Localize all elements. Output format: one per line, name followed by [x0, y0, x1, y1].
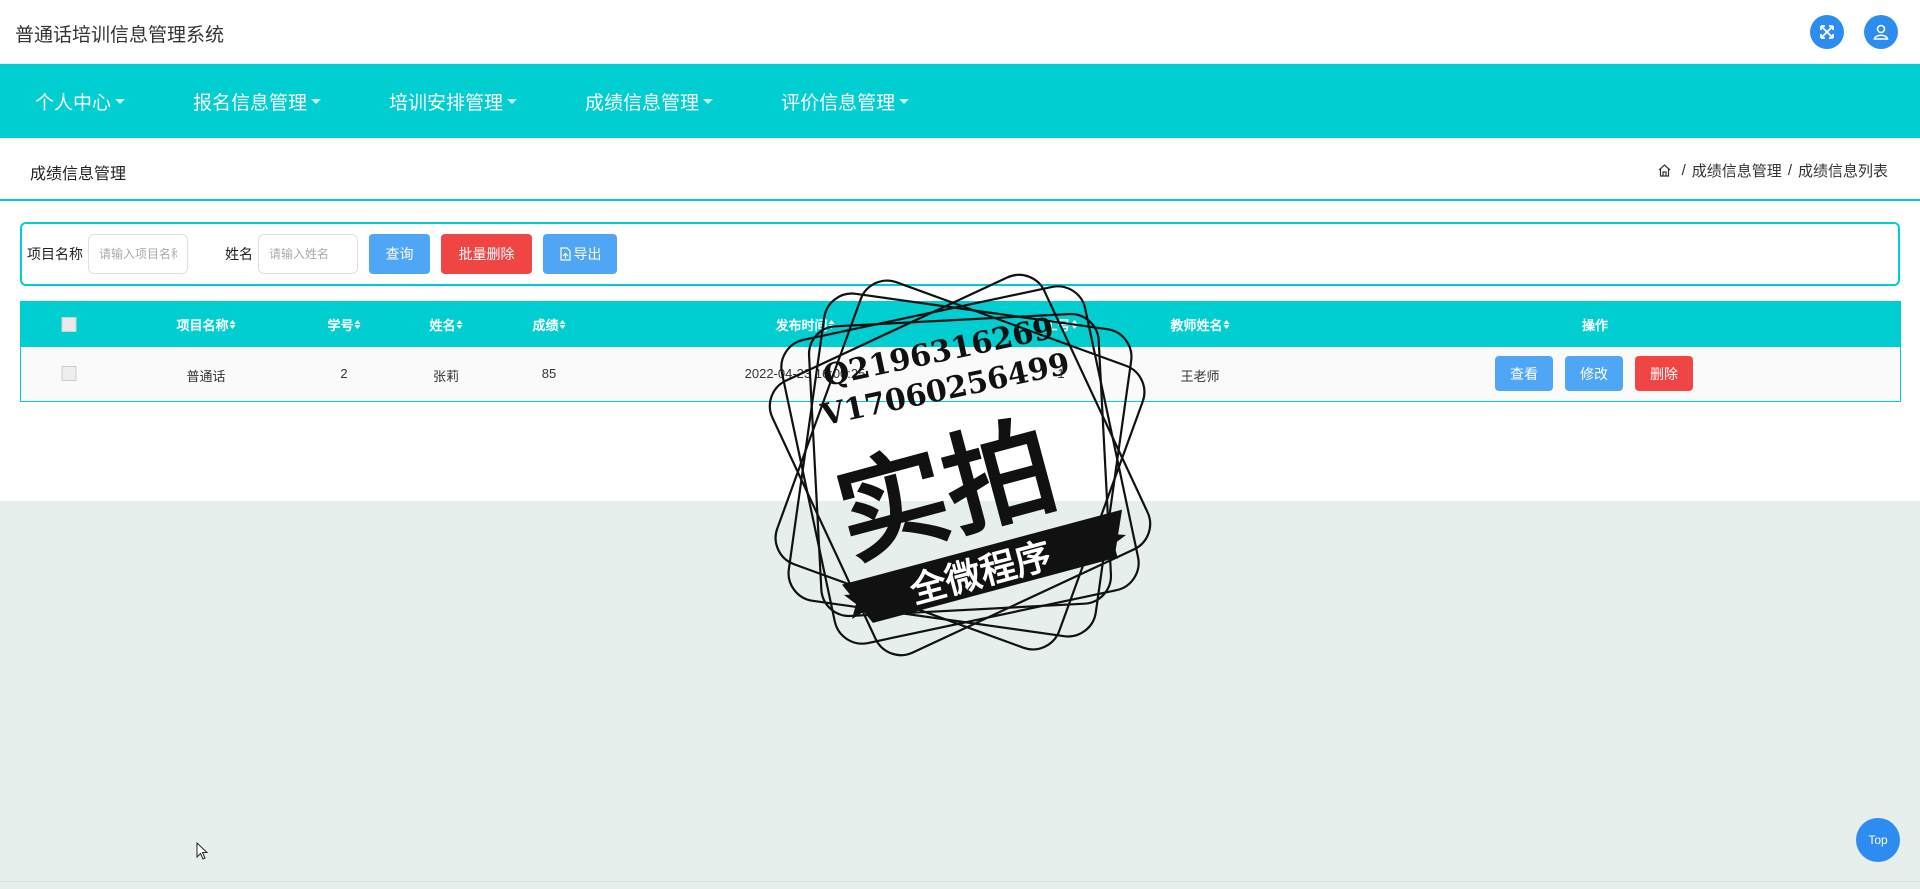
header-label: 工号 [1044, 318, 1071, 333]
header-label: 项目名称 [176, 318, 229, 333]
caret-down-icon [507, 98, 518, 104]
cell-teacher: 王老师 [1180, 369, 1220, 384]
cell-work-no: 1 [1057, 366, 1065, 381]
page-title: 成绩信息管理 [30, 166, 127, 183]
export-label: 导出 [573, 246, 602, 262]
sort-icon [354, 320, 361, 329]
select-all-checkbox[interactable] [61, 317, 77, 332]
nav-item-evaluation[interactable]: 评价信息管理 [766, 88, 924, 115]
nav-item-scores[interactable]: 成绩信息管理 [570, 88, 728, 115]
content-panel: 成绩信息管理 / 成绩信息管理 / 成绩信息列表 项目名称 姓名 查询 批量删除… [0, 138, 1920, 588]
column-header-name[interactable]: 姓名 [429, 315, 463, 334]
column-header-score[interactable]: 成绩 [532, 315, 566, 334]
expand-icon [1820, 25, 1834, 39]
sort-icon [229, 320, 236, 329]
home-icon[interactable] [1657, 163, 1672, 178]
sort-icon [1071, 320, 1078, 329]
mouse-cursor-icon [196, 842, 209, 860]
project-name-input[interactable] [88, 234, 188, 274]
table-row: 普通话 2 张莉 85 2022-04-23 16:00:25 1 王老师 查看… [21, 347, 1900, 401]
cell-score: 85 [541, 366, 557, 381]
cell-publish-time: 2022-04-23 16:00:25 [744, 366, 866, 381]
nav-label: 个人中心 [35, 91, 112, 114]
nav-label: 培训安排管理 [389, 91, 504, 114]
cell-project: 普通话 [186, 369, 226, 384]
nav-label: 评价信息管理 [781, 91, 896, 114]
breadcrumb-item: 成绩信息列表 [1797, 163, 1888, 180]
column-header-project[interactable]: 项目名称 [176, 315, 236, 334]
nav-label: 报名信息管理 [193, 91, 308, 114]
user-icon [1873, 24, 1889, 40]
nav-item-training-schedule[interactable]: 培训安排管理 [374, 88, 532, 115]
cell-student-no: 2 [340, 366, 348, 381]
cell-name: 张莉 [432, 369, 460, 384]
sort-icon [559, 320, 566, 329]
name-label: 姓名 [225, 246, 253, 262]
column-header-work-no[interactable]: 工号 [1044, 315, 1078, 334]
breadcrumb-separator: / [1787, 162, 1792, 179]
export-icon [559, 247, 571, 261]
export-button[interactable]: 导出 [543, 234, 617, 274]
breadcrumb-separator: / [1681, 162, 1686, 179]
user-button[interactable] [1864, 15, 1898, 49]
nav-item-personal-center[interactable]: 个人中心 [20, 88, 140, 115]
pagination[interactable] [955, 558, 1003, 588]
breadcrumb-item[interactable]: 成绩信息管理 [1692, 160, 1782, 181]
sort-icon [828, 320, 835, 329]
caret-down-icon [899, 98, 910, 104]
caret-down-icon [703, 98, 714, 104]
search-form: 项目名称 姓名 查询 批量删除 导出 [20, 222, 1900, 286]
header-label: 学号 [327, 318, 354, 333]
back-to-top-button[interactable]: Top [1856, 818, 1900, 862]
app-title: 普通话培训信息管理系统 [15, 24, 225, 46]
main-nav: 个人中心 报名信息管理 培训安排管理 成绩信息管理 评价信息管理 [0, 64, 1920, 138]
top-bar: 普通话培训信息管理系统 [0, 0, 1920, 64]
header-label: 姓名 [429, 318, 456, 333]
delete-button[interactable]: 删除 [1635, 356, 1693, 391]
nav-label: 成绩信息管理 [585, 91, 700, 114]
header-label: 成绩 [532, 318, 559, 333]
name-input[interactable] [258, 234, 358, 274]
breadcrumb: / 成绩信息管理 / 成绩信息列表 [1657, 160, 1888, 181]
table-header: 项目名称 学号 姓名 成绩 发布时间 工号 教师姓名 操作 [21, 302, 1900, 347]
caret-down-icon [115, 98, 126, 104]
row-checkbox[interactable] [61, 366, 77, 381]
edit-button[interactable]: 修改 [1565, 356, 1623, 391]
header-label: 教师姓名 [1170, 318, 1223, 333]
column-header-teacher[interactable]: 教师姓名 [1170, 315, 1230, 334]
project-name-label: 项目名称 [27, 246, 83, 262]
sort-icon [456, 320, 463, 329]
sort-icon [1223, 320, 1230, 329]
column-header-actions: 操作 [1581, 318, 1609, 333]
score-table: 项目名称 学号 姓名 成绩 发布时间 工号 教师姓名 操作 普通话 2 张莉 8… [20, 301, 1901, 402]
header-label: 发布时间 [775, 318, 828, 333]
divider [0, 881, 1920, 882]
query-button[interactable]: 查询 [369, 234, 430, 274]
batch-delete-button[interactable]: 批量删除 [441, 234, 532, 274]
view-button[interactable]: 查看 [1495, 356, 1553, 391]
column-header-publish-time[interactable]: 发布时间 [775, 315, 835, 334]
page-header: 成绩信息管理 / 成绩信息管理 / 成绩信息列表 [0, 138, 1920, 201]
column-header-student-no[interactable]: 学号 [327, 315, 361, 334]
caret-down-icon [311, 98, 322, 104]
nav-item-registration[interactable]: 报名信息管理 [178, 88, 336, 115]
fullscreen-button[interactable] [1810, 15, 1844, 49]
